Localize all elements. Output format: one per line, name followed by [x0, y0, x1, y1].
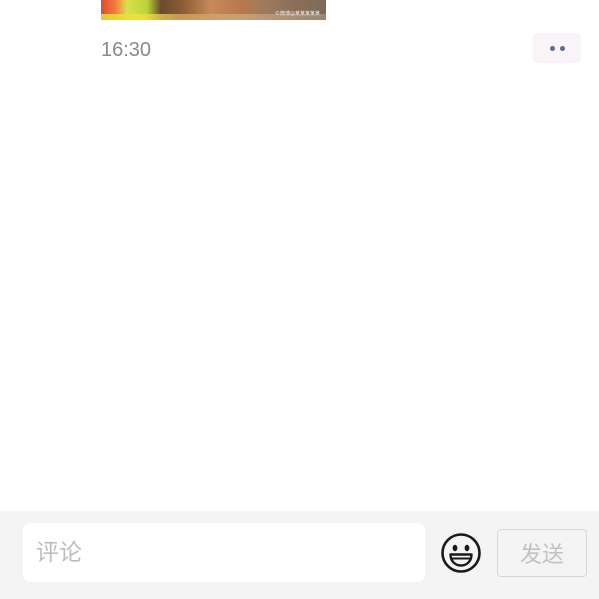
comment-bar: 发送	[0, 511, 599, 599]
image-watermark: ©微博@某某某某某	[274, 11, 320, 17]
more-dots-icon	[559, 45, 565, 51]
smiley-emoji-icon	[441, 533, 481, 573]
more-options-button[interactable]	[533, 33, 581, 63]
more-dots-icon	[549, 45, 555, 51]
post-image[interactable]: ©微博@某某某某某	[101, 0, 326, 20]
send-button[interactable]: 发送	[497, 529, 587, 577]
comment-page: ©微博@某某某某某 16:30 发送	[0, 0, 599, 599]
emoji-button[interactable]	[440, 532, 482, 574]
comment-input[interactable]	[23, 523, 425, 582]
post-timestamp: 16:30	[101, 39, 152, 61]
